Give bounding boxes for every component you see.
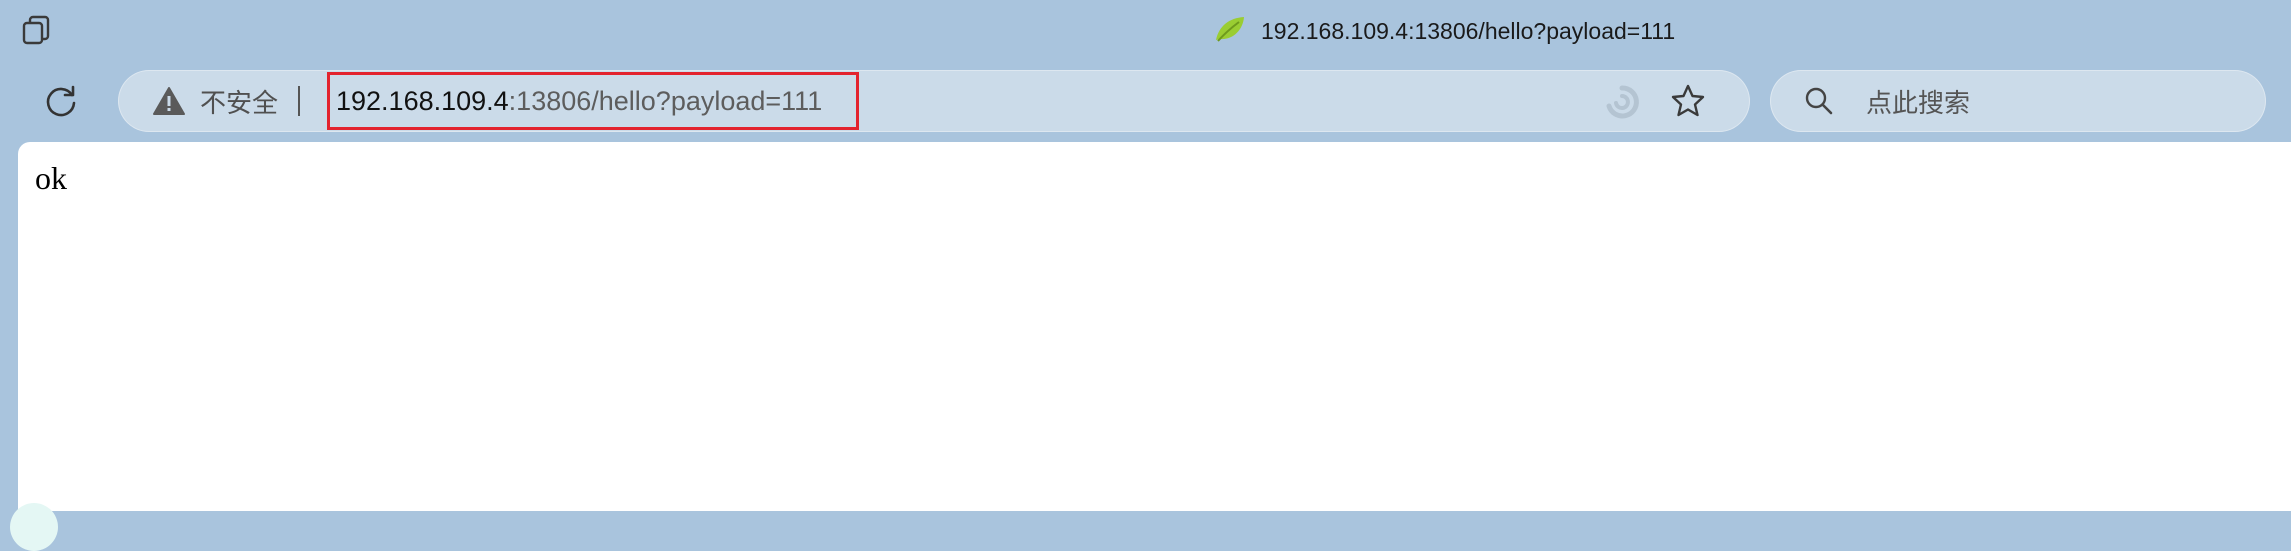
url-text[interactable]: 192.168.109.4:13806/hello?payload=111	[336, 86, 822, 117]
url-path: :13806/hello?payload=111	[508, 85, 823, 116]
url-host: 192.168.109.4	[336, 85, 509, 116]
security-divider	[298, 86, 301, 116]
page-body-text: ok	[35, 160, 67, 196]
title-bar: 192.168.109.4:13806/hello?payload=111	[0, 0, 2291, 62]
star-icon[interactable]	[1669, 82, 1707, 120]
active-tab-title[interactable]: 192.168.109.4:13806/hello?payload=111	[1213, 13, 1675, 49]
leaf-favicon-icon	[1213, 14, 1247, 49]
read-aloud-icon[interactable]	[1604, 84, 1640, 120]
refresh-button[interactable]	[38, 80, 84, 126]
search-placeholder: 点此搜索	[1866, 87, 1971, 118]
warning-triangle-icon	[152, 86, 186, 116]
tab-actions-icon[interactable]	[22, 14, 58, 48]
search-box[interactable]: 点此搜索	[1770, 70, 2266, 132]
search-icon	[1804, 86, 1834, 116]
tab-title-text: 192.168.109.4:13806/hello?payload=111	[1261, 17, 1676, 44]
address-bar[interactable]: 不安全 192.168.109.4:13806/hello?payload=11…	[118, 70, 1750, 132]
corner-decoration	[10, 503, 58, 551]
refresh-icon	[43, 83, 79, 124]
security-label: 不安全	[200, 87, 279, 118]
page-content: ok	[10, 142, 2291, 551]
navigation-toolbar: 不安全 192.168.109.4:13806/hello?payload=11…	[0, 62, 2291, 142]
url-highlight-box[interactable]: 192.168.109.4:13806/hello?payload=111	[327, 72, 859, 130]
site-security-indicator[interactable]: 不安全	[152, 70, 301, 132]
